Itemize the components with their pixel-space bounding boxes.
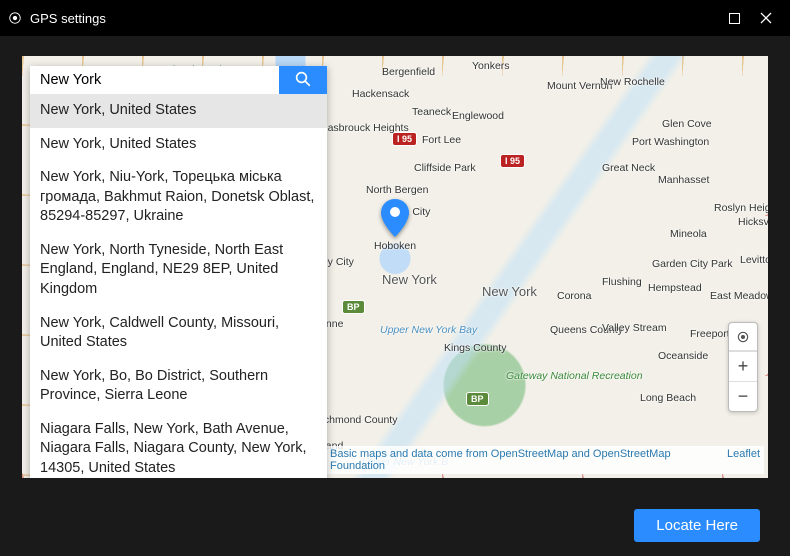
route-shield: I 95 (392, 132, 417, 146)
map-place-label: New York (382, 272, 437, 287)
map-place-label: Hackensack (352, 88, 409, 100)
map-place-label: Cliffside Park (414, 162, 476, 174)
search-button[interactable] (279, 66, 327, 94)
search-result-item[interactable]: New York, United States (30, 128, 327, 162)
map-place-label: Bergenfield (382, 66, 435, 78)
search-result-item[interactable]: New York, Caldwell County, Missouri, Uni… (30, 307, 327, 360)
map-attribution: Basic maps and data come from OpenStreet… (326, 446, 764, 474)
title-bar: GPS settings (0, 0, 790, 36)
close-button[interactable] (750, 4, 782, 32)
zoom-in-button[interactable]: + (729, 351, 757, 381)
attribution-text[interactable]: Basic maps and data come from OpenStreet… (330, 448, 727, 472)
map-place-label: Valley Stream (602, 322, 667, 334)
search-result-item[interactable]: New York, Niu-York, Торецька міська гром… (30, 161, 327, 234)
locate-here-button[interactable]: Locate Here (634, 509, 760, 542)
search-results: New York, United StatesNew York, United … (30, 94, 327, 478)
map-place-label: Levittown (740, 254, 768, 266)
route-shield: BP (342, 300, 365, 314)
recenter-button[interactable] (729, 323, 757, 351)
map-area[interactable]: YonkersBergenfieldLincoln ParkMontclairP… (22, 56, 768, 478)
map-place-label: Englewood (452, 110, 504, 122)
route-shield: I 95 (500, 154, 525, 168)
map-place-label: Hicksville (738, 216, 768, 228)
map-place-label: Hoboken (374, 240, 416, 252)
map-place-label: New York (482, 284, 537, 299)
map-place-label: Oceanside (658, 350, 708, 362)
location-icon (8, 11, 22, 25)
map-place-label: Great Neck (602, 162, 655, 174)
maximize-button[interactable] (718, 4, 750, 32)
map-marker[interactable] (381, 199, 409, 242)
search-result-item[interactable]: Niagara Falls, New York, Bath Avenue, Ni… (30, 413, 327, 478)
attribution-brand[interactable]: Leaflet (727, 448, 760, 472)
map-place-label: Upper New York Bay (380, 324, 477, 336)
window-title: GPS settings (30, 11, 106, 26)
map-place-label: Gateway National Recreation (506, 370, 643, 382)
map-place-label: Manhasset (658, 174, 709, 186)
map-place-label: Long Beach (640, 392, 696, 404)
map-place-label: New Rochelle (600, 76, 665, 88)
map-place-label: Glen Cove (662, 118, 712, 130)
zoom-out-button[interactable]: − (729, 381, 757, 411)
route-shield: BP (466, 392, 489, 406)
map-place-label: Fort Lee (422, 134, 461, 146)
search-result-item[interactable]: New York, North Tyneside, North East Eng… (30, 234, 327, 307)
search-icon (294, 70, 312, 91)
map-place-label: Corona (557, 290, 591, 302)
zoom-control: + − (728, 322, 758, 412)
map-place-label: Port Washington (632, 136, 709, 148)
map-place-label: Mineola (670, 228, 707, 240)
search-result-item[interactable]: New York, United States (30, 94, 327, 128)
map-place-label: Roslyn Heights (714, 202, 768, 214)
search-panel: New York, United StatesNew York, United … (30, 66, 327, 478)
map-place-label: Kings County (444, 342, 506, 354)
search-result-item[interactable]: New York, Bo, Bo District, Southern Prov… (30, 360, 327, 413)
search-input[interactable] (30, 66, 279, 94)
map-place-label: East Meadow (710, 290, 768, 302)
map-place-label: Freeport (690, 328, 730, 340)
map-place-label: Flushing (602, 276, 642, 288)
map-place-label: Yonkers (472, 60, 510, 72)
map-place-label: Teaneck (412, 106, 451, 118)
map-place-label: Garden City Park (652, 258, 733, 270)
map-place-label: Hempstead (648, 282, 702, 294)
map-place-label: North Bergen (366, 184, 428, 196)
